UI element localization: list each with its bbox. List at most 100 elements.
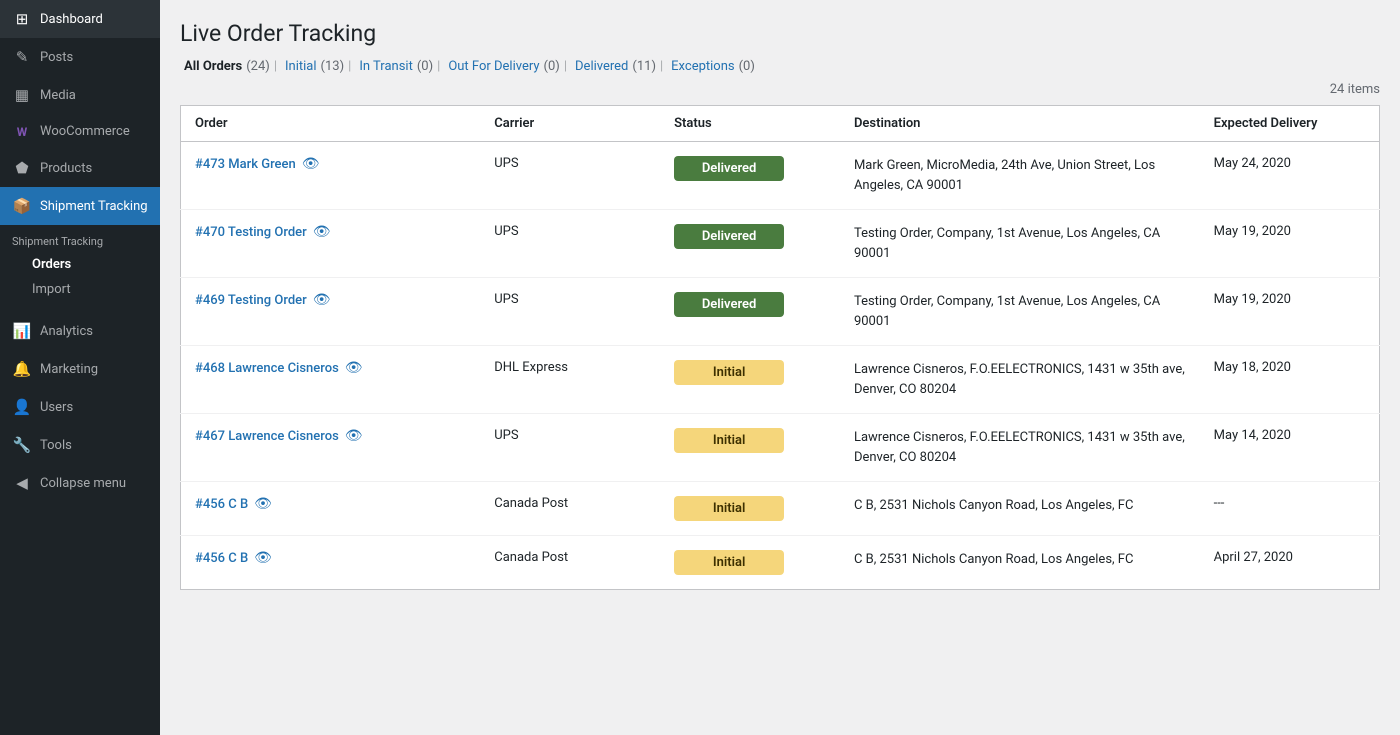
sidebar-item-label: Tools: [40, 438, 72, 453]
sidebar-item-label: Posts: [40, 50, 73, 65]
eye-icon[interactable]: 👁: [254, 496, 272, 512]
expected-delivery-cell: May 19, 2020: [1200, 210, 1380, 278]
sidebar-sub-item-orders[interactable]: Orders: [0, 252, 160, 277]
status-badge: Initial: [674, 360, 784, 385]
order-cell: #467 Lawrence Cisneros 👁: [181, 414, 481, 482]
status-cell: Initial: [660, 414, 840, 482]
expected-delivery-cell: May 24, 2020: [1200, 142, 1380, 210]
filter-delivered[interactable]: Delivered: [571, 59, 632, 74]
products-icon: ⬟: [12, 159, 32, 177]
tools-icon: 🔧: [12, 436, 32, 454]
carrier-cell: DHL Express: [480, 346, 660, 414]
destination-cell: C B, 2531 Nichols Canyon Road, Los Angel…: [840, 536, 1200, 590]
filter-bar: All Orders (24) | Initial (13) | In Tran…: [180, 59, 1380, 74]
woocommerce-icon: W: [12, 125, 32, 139]
order-link[interactable]: #470 Testing Order: [195, 225, 307, 240]
table-row: #469 Testing Order 👁 UPS Delivered Testing O…: [181, 278, 1380, 346]
sidebar-item-label: WooCommerce: [40, 124, 130, 139]
sidebar: ⊞ Dashboard ✎ Posts ▦ Media W WooCommerc…: [0, 0, 160, 735]
order-link[interactable]: #473 Mark Green: [195, 157, 296, 172]
sidebar-item-dashboard[interactable]: ⊞ Dashboard: [0, 0, 160, 38]
sidebar-item-label: Marketing: [40, 362, 98, 377]
order-link[interactable]: #467 Lawrence Cisneros: [195, 429, 339, 444]
order-cell: #456 C B 👁: [181, 536, 481, 590]
status-badge: Delivered: [674, 156, 784, 181]
col-expected-delivery: Expected Delivery: [1200, 106, 1380, 142]
eye-icon[interactable]: 👁: [313, 292, 331, 308]
status-cell: Initial: [660, 482, 840, 536]
table-row: #456 C B 👁 Canada Post Initial C B, 2531 Nic…: [181, 536, 1380, 590]
status-cell: Delivered: [660, 142, 840, 210]
col-order: Order: [181, 106, 481, 142]
filter-all-orders[interactable]: All Orders: [180, 59, 246, 74]
sidebar-item-label: Media: [40, 88, 76, 103]
sidebar-item-media[interactable]: ▦ Media: [0, 76, 160, 114]
order-link[interactable]: #456 C B: [195, 551, 248, 566]
sidebar-item-posts[interactable]: ✎ Posts: [0, 38, 160, 76]
expected-delivery-cell: May 14, 2020: [1200, 414, 1380, 482]
status-cell: Initial: [660, 536, 840, 590]
destination-cell: Testing Order, Company, 1st Avenue, Los …: [840, 278, 1200, 346]
expected-delivery-cell: May 18, 2020: [1200, 346, 1380, 414]
eye-icon[interactable]: 👁: [254, 550, 272, 566]
order-cell: #473 Mark Green 👁: [181, 142, 481, 210]
order-cell: #470 Testing Order 👁: [181, 210, 481, 278]
carrier-cell: UPS: [480, 210, 660, 278]
status-badge: Initial: [674, 428, 784, 453]
sidebar-item-shipment-tracking[interactable]: 📦 Shipment Tracking: [0, 187, 160, 225]
filter-in-transit[interactable]: In Transit: [355, 59, 417, 74]
filter-initial[interactable]: Initial: [281, 59, 321, 74]
filter-exceptions[interactable]: Exceptions: [667, 59, 738, 74]
sidebar-item-users[interactable]: 👤 Users: [0, 388, 160, 426]
sidebar-sub-item-import[interactable]: Import: [0, 277, 160, 302]
sidebar-item-label: Products: [40, 161, 92, 176]
carrier-cell: UPS: [480, 142, 660, 210]
status-badge: Initial: [674, 550, 784, 575]
col-destination: Destination: [840, 106, 1200, 142]
analytics-icon: 📊: [12, 322, 32, 340]
sidebar-item-label: Users: [40, 400, 73, 415]
sidebar-item-woocommerce[interactable]: W WooCommerce: [0, 114, 160, 149]
order-link[interactable]: #468 Lawrence Cisneros: [195, 361, 339, 376]
destination-cell: Lawrence Cisneros, F.O.EELECTRONICS, 143…: [840, 414, 1200, 482]
carrier-cell: UPS: [480, 414, 660, 482]
page-title: Live Order Tracking: [180, 20, 1380, 47]
col-status: Status: [660, 106, 840, 142]
sidebar-item-collapse[interactable]: ◀ Collapse menu: [0, 464, 160, 502]
sidebar-item-label: Analytics: [40, 324, 93, 339]
destination-cell: Testing Order, Company, 1st Avenue, Los …: [840, 210, 1200, 278]
expected-delivery-cell: April 27, 2020: [1200, 536, 1380, 590]
sidebar-item-analytics[interactable]: 📊 Analytics: [0, 312, 160, 350]
sidebar-item-tools[interactable]: 🔧 Tools: [0, 426, 160, 464]
carrier-cell: Canada Post: [480, 536, 660, 590]
sidebar-item-products[interactable]: ⬟ Products: [0, 149, 160, 187]
posts-icon: ✎: [12, 48, 32, 66]
order-cell: #469 Testing Order 👁: [181, 278, 481, 346]
filter-out-for-delivery[interactable]: Out For Delivery: [444, 59, 543, 74]
sidebar-item-marketing[interactable]: 🔔 Marketing: [0, 350, 160, 388]
order-link[interactable]: #469 Testing Order: [195, 293, 307, 308]
status-badge: Initial: [674, 496, 784, 521]
destination-cell: Mark Green, MicroMedia, 24th Ave, Union …: [840, 142, 1200, 210]
status-badge: Delivered: [674, 292, 784, 317]
order-cell: #456 C B 👁: [181, 482, 481, 536]
table-row: #468 Lawrence Cisneros 👁 DHL Express Initia…: [181, 346, 1380, 414]
eye-icon[interactable]: 👁: [302, 156, 320, 172]
carrier-cell: Canada Post: [480, 482, 660, 536]
marketing-icon: 🔔: [12, 360, 32, 378]
carrier-cell: UPS: [480, 278, 660, 346]
main-content: Live Order Tracking All Orders (24) | In…: [160, 0, 1400, 735]
items-count: 24 items: [180, 82, 1380, 97]
orders-table: Order Carrier Status Destination Expecte…: [180, 105, 1380, 590]
destination-cell: Lawrence Cisneros, F.O.EELECTRONICS, 143…: [840, 346, 1200, 414]
table-row: #470 Testing Order 👁 UPSDeliveredTesting O…: [181, 210, 1380, 278]
table-row: #456 C B👁Canada PostInitialC B, 2531 Nic…: [181, 482, 1380, 536]
eye-icon[interactable]: 👁: [345, 360, 363, 376]
status-cell: Delivered: [660, 210, 840, 278]
sidebar-item-label: Collapse menu: [40, 476, 126, 491]
sidebar-section-label: Shipment Tracking: [0, 225, 160, 252]
media-icon: ▦: [12, 86, 32, 104]
eye-icon[interactable]: 👁: [345, 428, 363, 444]
eye-icon[interactable]: 👁: [313, 224, 331, 240]
order-link[interactable]: #456 C B: [195, 497, 248, 512]
